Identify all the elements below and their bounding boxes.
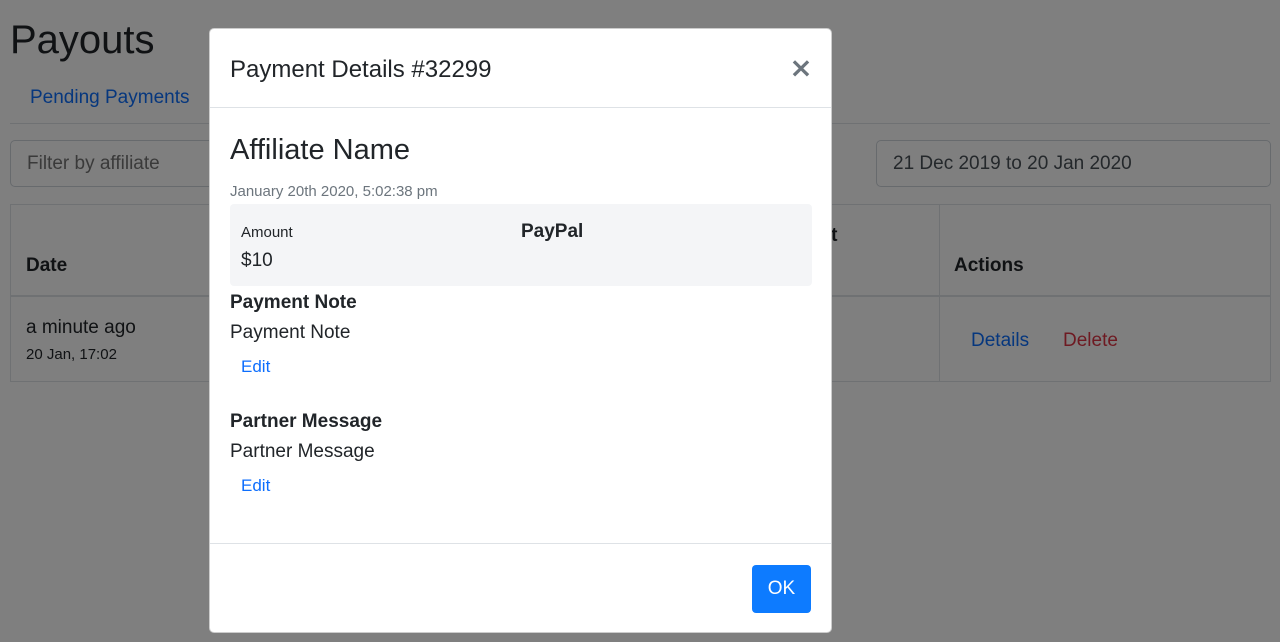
payment-summary-box: Amount $10 PayPal (230, 204, 812, 286)
payment-details-modal: Payment Details #32299 × Affiliate Name … (209, 28, 832, 633)
modal-footer: OK (210, 543, 831, 633)
modal-header: Payment Details #32299 × (210, 29, 831, 108)
affiliate-name: Affiliate Name (230, 134, 410, 166)
payment-timestamp: January 20th 2020, 5:02:38 pm (230, 183, 438, 200)
ok-button[interactable]: OK (752, 565, 811, 613)
modal-title: Payment Details #32299 (230, 56, 492, 83)
amount-value: $10 (241, 250, 273, 271)
payment-method: PayPal (521, 221, 584, 242)
amount-label: Amount (241, 224, 293, 241)
close-icon[interactable]: × (788, 51, 814, 85)
edit-partner-message-link[interactable]: Edit (241, 476, 270, 496)
partner-message-text: Partner Message (230, 441, 375, 462)
edit-payment-note-link[interactable]: Edit (241, 357, 270, 377)
payment-note-heading: Payment Note (230, 292, 357, 313)
payment-note-text: Payment Note (230, 322, 351, 343)
partner-message-heading: Partner Message (230, 411, 383, 432)
